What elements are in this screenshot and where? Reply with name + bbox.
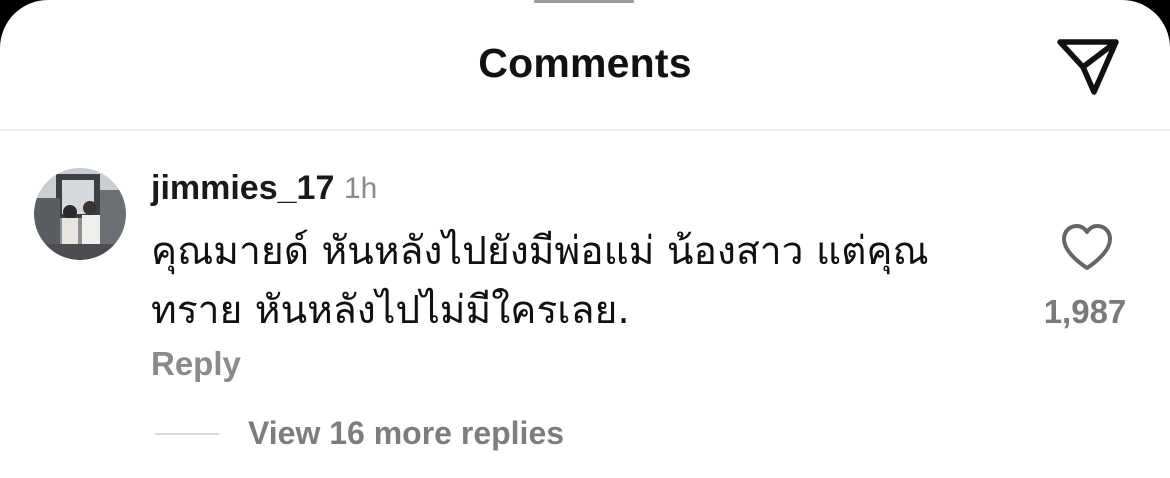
replies-divider-line (155, 433, 219, 435)
sheet-grabber[interactable] (534, 0, 634, 3)
heart-outline-icon (1062, 224, 1112, 270)
avatar-photo (34, 168, 126, 260)
like-count: 1,987 (1043, 293, 1127, 330)
comment-text: คุณมายด์ หันหลังไปยังมีพ่อแม่ น้องสาว แต… (151, 229, 929, 333)
paper-plane-icon (1057, 39, 1119, 95)
reply-button[interactable]: Reply (151, 345, 241, 383)
avatar[interactable] (34, 168, 126, 260)
like-button[interactable] (1060, 223, 1114, 273)
comment-username[interactable]: jimmies_17 (151, 169, 334, 208)
view-more-replies-button[interactable]: View 16 more replies (248, 415, 564, 452)
header-divider (0, 129, 1170, 131)
comments-sheet: Comments jimmies_17 1h คุณมายด์ หันหลังไ… (0, 0, 1170, 478)
comment-timestamp: 1h (344, 172, 378, 205)
share-button[interactable] (1054, 36, 1122, 98)
page-title: Comments (478, 40, 692, 86)
